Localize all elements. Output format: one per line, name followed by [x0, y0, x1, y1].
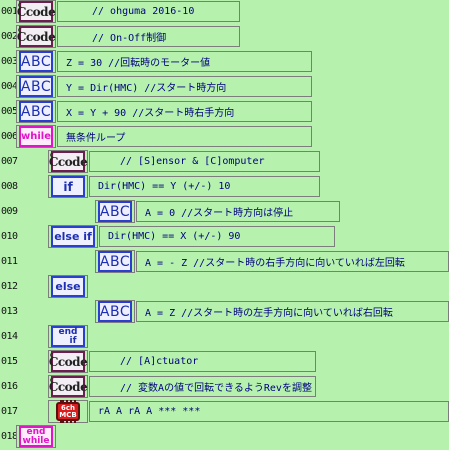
- block-label-bottom: if: [69, 335, 77, 346]
- program-row: 006 while 無条件ループ: [0, 125, 449, 150]
- statement-label: A = - Z //スタート時の右手方向に向いていれば左回転: [145, 258, 405, 269]
- statement-label: // [A]ctuator: [120, 356, 199, 367]
- program-row: 002Ccode// On-Off制御: [0, 25, 449, 50]
- chip-label-bottom: MCB: [59, 410, 77, 419]
- statement-text[interactable]: rA A rA A *** ***: [89, 401, 449, 422]
- mcb-block[interactable]: 6ch MCB: [51, 400, 85, 423]
- block-label: while: [21, 131, 51, 142]
- program-row: 003 ABC Z = 30 //回転時のモーター値: [0, 50, 449, 75]
- ccode-block[interactable]: Ccode: [17, 26, 56, 47]
- ccode-block[interactable]: Ccode: [49, 351, 88, 372]
- line-number: 013: [1, 306, 18, 317]
- block-label: ABC: [20, 53, 52, 70]
- line-number: 011: [1, 256, 18, 267]
- statement-label: // 変数Aの値で回転できるようRevを調整: [120, 383, 312, 394]
- abc-block[interactable]: ABC: [19, 101, 53, 122]
- statement-text[interactable]: // [A]ctuator: [89, 351, 316, 372]
- line-number: 008: [1, 181, 18, 192]
- program-row: 015 Ccode // [A]ctuator: [0, 350, 449, 375]
- block-label: else: [55, 280, 81, 293]
- statement-text[interactable]: A = 0 //スタート時方向は停止: [136, 201, 340, 222]
- program-row: 010 else if Dir(HMC) == X (+/-) 90: [0, 225, 449, 250]
- ccode-block[interactable]: Ccode: [17, 1, 56, 22]
- motor-controller-chip-icon: 6ch MCB: [56, 400, 80, 423]
- statement-label: // On-Off制御: [92, 33, 167, 44]
- ccode-icon: Ccode: [17, 1, 56, 19]
- program-row: 018 end while: [0, 425, 449, 450]
- statement-label: A = 0 //スタート時方向は停止: [145, 208, 294, 219]
- end-while-block[interactable]: end while: [19, 426, 53, 447]
- ccode-block[interactable]: Ccode: [49, 151, 88, 172]
- statement-label: Y = Dir(HMC) //スタート時方向: [66, 83, 227, 94]
- statement-label: X = Y + 90 //スタート時右手方向: [66, 108, 235, 119]
- abc-block[interactable]: ABC: [98, 301, 132, 322]
- block-label: ABC: [20, 78, 52, 95]
- program-row: 009 ABC A = 0 //スタート時方向は停止: [0, 200, 449, 225]
- ccode-icon: Ccode: [49, 351, 88, 369]
- line-number: 007: [1, 156, 18, 167]
- statement-label: // [S]ensor & [C]omputer: [120, 156, 265, 167]
- statement-text[interactable]: A = - Z //スタート時の右手方向に向いていれば左回転: [136, 251, 449, 272]
- end-if-block[interactable]: end if: [51, 326, 85, 347]
- statement-label: Z = 30 //回転時のモーター値: [66, 58, 211, 69]
- block-label: ABC: [99, 303, 131, 320]
- block-label-bottom: while: [22, 435, 50, 446]
- ccode-icon: Ccode: [49, 151, 88, 169]
- statement-text[interactable]: // ohguma 2016-10: [57, 1, 240, 22]
- line-number: 009: [1, 206, 18, 217]
- abc-block[interactable]: ABC: [98, 251, 132, 272]
- block-label: ABC: [20, 103, 52, 120]
- else-block[interactable]: else: [51, 276, 85, 297]
- else-if-block[interactable]: else if: [51, 226, 95, 247]
- abc-block[interactable]: ABC: [98, 201, 132, 222]
- ccode-block[interactable]: Ccode: [49, 376, 88, 397]
- statement-text[interactable]: Y = Dir(HMC) //スタート時方向: [57, 76, 312, 97]
- program-row: 017 6ch MCB rA A rA A *** ***: [0, 400, 449, 425]
- program-row: 012 else: [0, 275, 449, 300]
- program-row: 004 ABC Y = Dir(HMC) //スタート時方向: [0, 75, 449, 100]
- statement-label: Dir(HMC) == X (+/-) 90: [108, 231, 241, 242]
- statement-label: 無条件ループ: [66, 133, 126, 144]
- statement-text[interactable]: Dir(HMC) == Y (+/-) 10: [89, 176, 320, 197]
- program-row: 007 Ccode // [S]ensor & [C]omputer: [0, 150, 449, 175]
- program-row: 016 Ccode // 変数Aの値で回転できるようRevを調整: [0, 375, 449, 400]
- statement-text[interactable]: X = Y + 90 //スタート時右手方向: [57, 101, 312, 122]
- block-label: if: [63, 179, 73, 194]
- block-label: ABC: [99, 203, 131, 220]
- program-row: 005 ABC X = Y + 90 //スタート時右手方向: [0, 100, 449, 125]
- line-number: 016: [1, 381, 18, 392]
- line-number: 017: [1, 406, 18, 417]
- statement-label: Dir(HMC) == Y (+/-) 10: [98, 181, 231, 192]
- statement-text[interactable]: // [S]ensor & [C]omputer: [89, 151, 320, 172]
- ccode-icon: Ccode: [17, 26, 56, 44]
- line-number: 015: [1, 356, 18, 367]
- line-number: 012: [1, 281, 18, 292]
- ccode-icon: Ccode: [49, 376, 88, 394]
- program-row: 008 if Dir(HMC) == Y (+/-) 10: [0, 175, 449, 200]
- statement-text[interactable]: A = Z //スタート時の左手方向に向いていれば右回転: [136, 301, 449, 322]
- block-label: else if: [54, 230, 92, 243]
- statement-label: // ohguma 2016-10: [92, 6, 195, 17]
- abc-block[interactable]: ABC: [19, 51, 53, 72]
- abc-block[interactable]: ABC: [19, 76, 53, 97]
- statement-label: A = Z //スタート時の左手方向に向いていれば右回転: [145, 308, 393, 319]
- program-row: 001Ccode// ohguma 2016-10: [0, 0, 449, 25]
- program-row: 011 ABC A = - Z //スタート時の右手方向に向いていれば左回転: [0, 250, 449, 275]
- line-number: 010: [1, 231, 18, 242]
- block-label: ABC: [99, 253, 131, 270]
- statement-text[interactable]: // On-Off制御: [57, 26, 240, 47]
- statement-label: rA A rA A *** ***: [98, 406, 201, 417]
- statement-text[interactable]: // 変数Aの値で回転できるようRevを調整: [89, 376, 316, 397]
- program-row: 014 end if: [0, 325, 449, 350]
- line-number: 014: [1, 331, 18, 342]
- statement-text[interactable]: Z = 30 //回転時のモーター値: [57, 51, 312, 72]
- program-row: 013 ABC A = Z //スタート時の左手方向に向いていれば右回転: [0, 300, 449, 325]
- if-block[interactable]: if: [51, 176, 85, 197]
- while-block[interactable]: while: [19, 126, 53, 147]
- statement-text[interactable]: Dir(HMC) == X (+/-) 90: [99, 226, 335, 247]
- statement-text[interactable]: 無条件ループ: [57, 126, 312, 147]
